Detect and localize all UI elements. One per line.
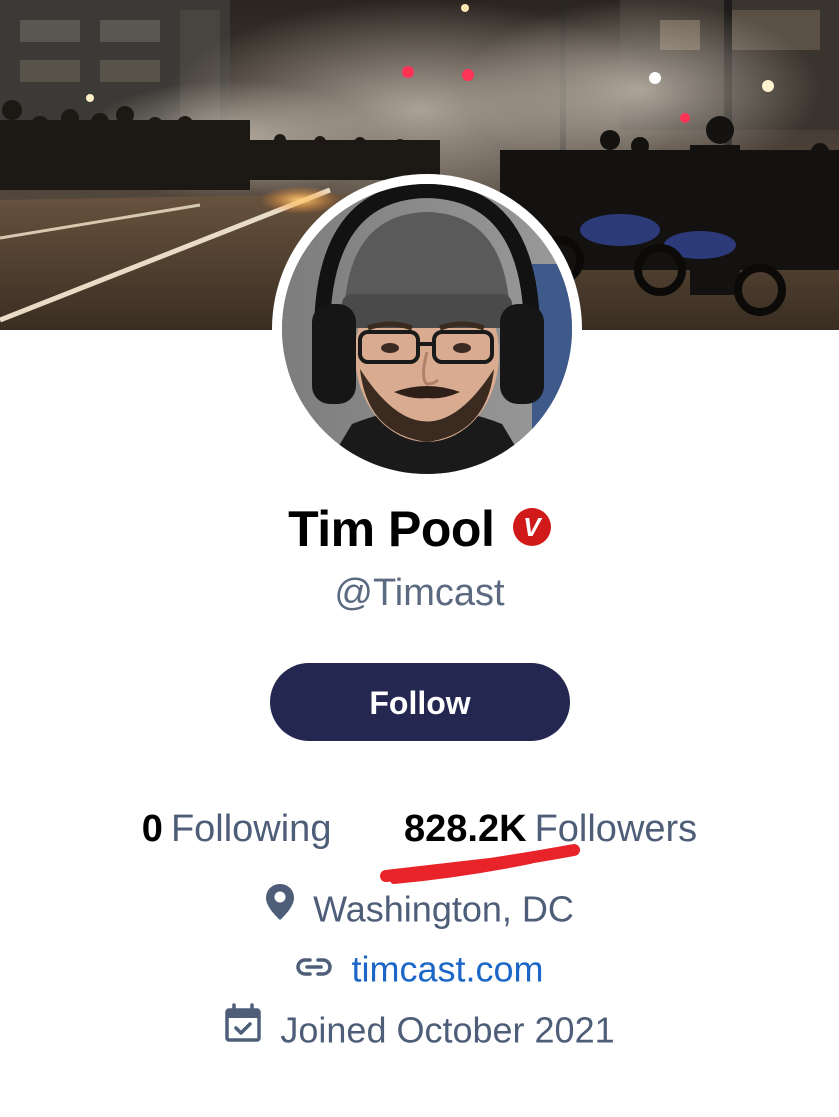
profile-handle: @Timcast (334, 572, 505, 614)
calendar-check-icon (224, 1003, 262, 1052)
followers-stat[interactable]: 828.2K Followers (404, 808, 697, 851)
verified-badge-icon: V (512, 508, 551, 546)
following-stat[interactable]: 0 Following (142, 808, 332, 851)
profile-name-row: Tim Pool V (0, 500, 839, 558)
follow-button[interactable]: Follow (270, 663, 570, 741)
profile-location: Washington, DC (0, 883, 839, 933)
joined-text: Joined October 2021 (280, 1009, 615, 1051)
display-name: Tim Pool (288, 501, 495, 557)
followers-count: 828.2K (404, 808, 527, 850)
location-text: Washington, DC (313, 888, 574, 930)
map-pin-icon (265, 883, 295, 930)
following-label: Following (170, 808, 332, 850)
link-icon (295, 945, 333, 987)
following-count: 0 (141, 808, 163, 850)
profile-joined-date: Joined October 2021 (0, 1003, 839, 1055)
profile-avatar[interactable] (272, 174, 582, 484)
followers-label: Followers (534, 808, 698, 850)
profile-website: timcast.com (0, 946, 839, 990)
website-link[interactable]: timcast.com (351, 948, 543, 989)
profile-stats: 0 Following 828.2K Followers (0, 808, 839, 851)
avatar-photo (282, 184, 572, 474)
